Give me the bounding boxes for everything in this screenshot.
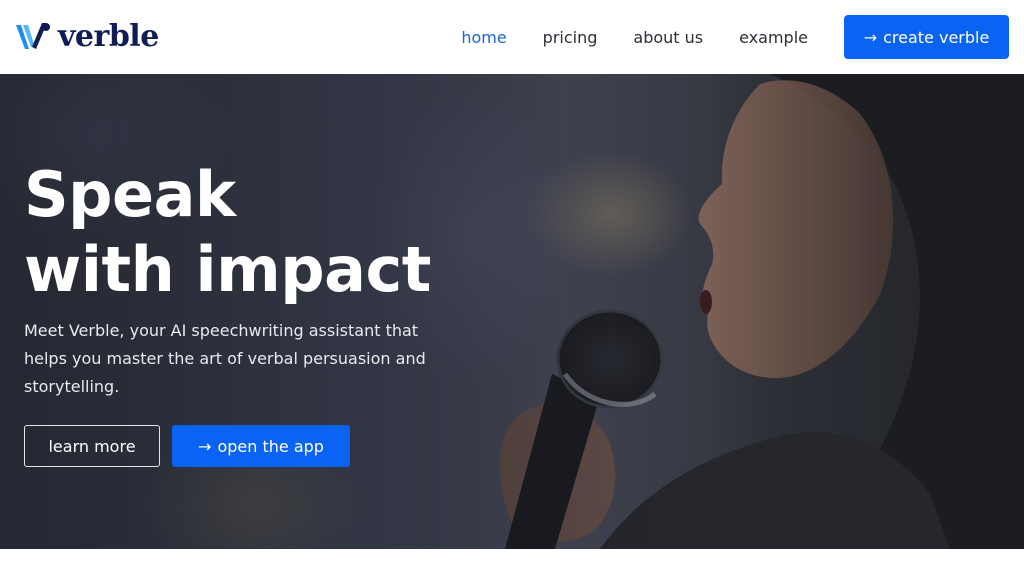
hero-section: Speak with impact Meet Verble, your AI s… <box>0 74 1024 549</box>
hero-overlay <box>0 74 1024 549</box>
create-verble-button[interactable]: → create verble <box>844 15 1009 59</box>
nav-link-about-us[interactable]: about us <box>633 28 703 47</box>
open-app-button[interactable]: → open the app <box>172 425 350 467</box>
learn-more-button[interactable]: learn more <box>24 425 160 467</box>
create-verble-label: create verble <box>883 27 990 47</box>
nav-link-pricing[interactable]: pricing <box>543 28 598 47</box>
brand-wordmark: verble <box>58 19 159 54</box>
hero-subtitle: Meet Verble, your AI speechwriting assis… <box>24 321 426 396</box>
arrow-right-icon: → <box>198 436 212 456</box>
top-navbar: verble home pricing about us example → c… <box>0 0 1024 74</box>
main-nav: home pricing about us example <box>461 0 808 74</box>
open-app-label: open the app <box>217 436 324 456</box>
verble-v-logo-icon <box>16 23 50 49</box>
nav-link-home[interactable]: home <box>461 28 506 47</box>
brand-logo[interactable]: verble <box>14 19 159 55</box>
nav-link-example[interactable]: example <box>739 28 808 47</box>
hero-title-line-2: with impact <box>24 233 431 306</box>
hero-title-line-1: Speak <box>24 158 236 231</box>
arrow-right-icon: → <box>863 27 878 47</box>
hero-title: Speak with impact <box>24 157 431 307</box>
